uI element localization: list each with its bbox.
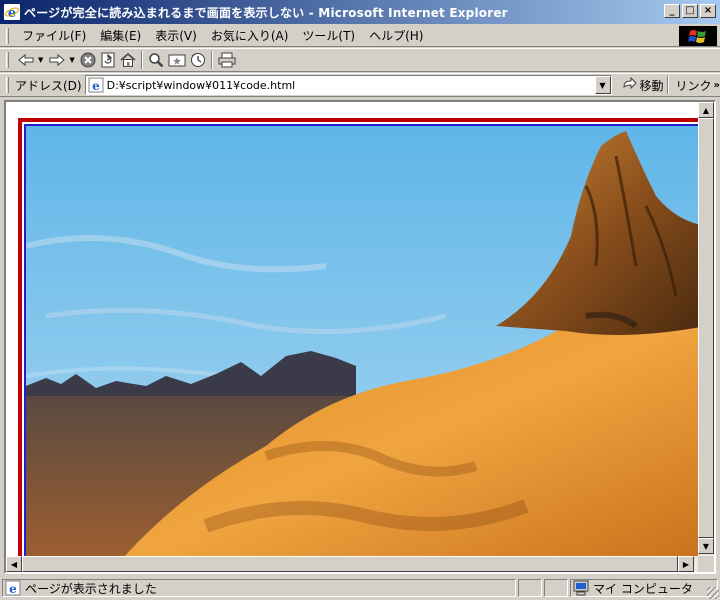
- toolbar-separator: [666, 76, 669, 94]
- address-dropdown-button[interactable]: ▼: [594, 76, 611, 94]
- title-bar[interactable]: e ページが完全に読み込まれるまで画面を表示しない - Microsoft In…: [0, 0, 720, 24]
- resize-grip[interactable]: [707, 587, 719, 599]
- toolbar-separator: [140, 51, 143, 69]
- ie-page-icon: e: [88, 77, 104, 93]
- menu-file[interactable]: ファイル(F): [15, 27, 93, 45]
- menu-view[interactable]: 表示(V): [148, 27, 204, 45]
- refresh-button[interactable]: [100, 50, 116, 70]
- back-icon: [18, 53, 34, 67]
- scrollbar-corner: [698, 556, 714, 572]
- desert-landscape-image: [26, 126, 698, 556]
- menu-bar: ファイル(F) 編集(E) 表示(V) お気に入り(A) ツール(T) ヘルプ(…: [0, 25, 720, 47]
- search-button[interactable]: [148, 50, 164, 70]
- toolbar-separator: [210, 51, 213, 69]
- address-input[interactable]: [106, 78, 597, 92]
- page-done-icon: e: [5, 580, 21, 596]
- address-label: アドレス(D): [14, 78, 82, 93]
- go-button[interactable]: 移動: [622, 77, 664, 94]
- refresh-icon: [101, 52, 115, 68]
- menu-grip[interactable]: [6, 27, 9, 44]
- search-icon: [149, 53, 164, 68]
- home-button[interactable]: [120, 50, 136, 70]
- chevron-down-icon: ▼: [599, 80, 606, 90]
- close-icon: ×: [703, 5, 713, 16]
- svg-text:e: e: [92, 79, 100, 93]
- back-button[interactable]: [17, 50, 35, 70]
- scroll-down-button[interactable]: ▼: [698, 538, 714, 554]
- forward-dropdown-icon[interactable]: ▼: [69, 56, 74, 64]
- stop-button[interactable]: [80, 50, 96, 70]
- window-title: ページが完全に読み込まれるまで画面を表示しない - Microsoft Inte…: [24, 5, 508, 20]
- status-text: ページが表示されました: [25, 581, 157, 596]
- stop-icon: [80, 52, 96, 68]
- address-field[interactable]: e ▼: [84, 75, 612, 95]
- print-button[interactable]: [218, 50, 236, 70]
- close-button[interactable]: ×: [700, 4, 716, 18]
- links-label: リンク: [675, 78, 712, 93]
- minimize-icon: _: [669, 5, 675, 16]
- my-computer-icon: [573, 580, 589, 596]
- vertical-scrollbar[interactable]: ▲ ▼: [698, 102, 714, 556]
- status-zone-pane: マイ コンピュータ: [570, 579, 718, 597]
- status-bar: e ページが表示されました マイ コンピュータ: [0, 576, 720, 600]
- arrow-up-icon: ▲: [702, 105, 710, 115]
- back-dropdown-icon[interactable]: ▼: [38, 56, 43, 64]
- scroll-right-button[interactable]: ▶: [678, 556, 694, 572]
- scroll-left-button[interactable]: ◀: [6, 556, 22, 572]
- history-button[interactable]: [190, 50, 206, 70]
- menu-help[interactable]: ヘルプ(H): [362, 27, 430, 45]
- links-more-icon[interactable]: »: [714, 80, 720, 91]
- go-label: 移動: [639, 78, 664, 93]
- windows-logo: [679, 26, 717, 46]
- maximize-button[interactable]: □: [682, 4, 698, 18]
- forward-icon: [49, 53, 66, 67]
- favorites-icon: [168, 54, 186, 67]
- maximize-icon: □: [685, 5, 695, 16]
- menu-tools[interactable]: ツール(T): [295, 27, 362, 45]
- menu-favorites[interactable]: お気に入り(A): [204, 27, 296, 45]
- status-main-pane: e ページが表示されました: [2, 579, 516, 597]
- print-icon: [218, 52, 236, 68]
- scroll-up-button[interactable]: ▲: [698, 102, 714, 118]
- ie-window: e ページが完全に読み込まれるまで画面を表示しない - Microsoft In…: [0, 0, 720, 600]
- status-pane-security: [544, 579, 568, 597]
- image-frame-inner: [24, 124, 698, 556]
- horizontal-scrollbar[interactable]: ◀ ▶: [6, 556, 698, 572]
- menu-edit[interactable]: 編集(E): [93, 27, 148, 45]
- address-grip[interactable]: [6, 77, 9, 93]
- svg-text:e: e: [9, 582, 17, 596]
- home-icon: [120, 53, 136, 67]
- address-bar: アドレス(D) e ▼ 移動 リンク »: [0, 73, 720, 97]
- ie-icon: e: [4, 4, 20, 21]
- arrow-right-icon: ▶: [682, 559, 690, 569]
- status-pane-progress: [518, 579, 542, 597]
- image-frame-outer: [18, 118, 698, 556]
- zone-label: マイ コンピュータ: [593, 581, 693, 596]
- arrow-down-icon: ▼: [702, 541, 710, 551]
- go-arrow-icon: [622, 77, 637, 90]
- history-icon: [190, 53, 205, 67]
- standard-toolbar: ▼ ▼: [0, 48, 720, 72]
- forward-button[interactable]: [48, 50, 66, 70]
- minimize-button[interactable]: _: [664, 4, 680, 18]
- arrow-left-icon: ◀: [10, 559, 18, 569]
- favorites-button[interactable]: [168, 50, 186, 70]
- horizontal-scroll-thumb[interactable]: [22, 556, 678, 572]
- links-toolbar[interactable]: リンク »: [676, 77, 720, 94]
- page-viewport: [6, 102, 698, 556]
- toolbar-grip[interactable]: [6, 52, 9, 68]
- browser-content: ▲ ▼ ◀ ▶: [4, 100, 716, 574]
- vertical-scroll-thumb[interactable]: [698, 118, 714, 538]
